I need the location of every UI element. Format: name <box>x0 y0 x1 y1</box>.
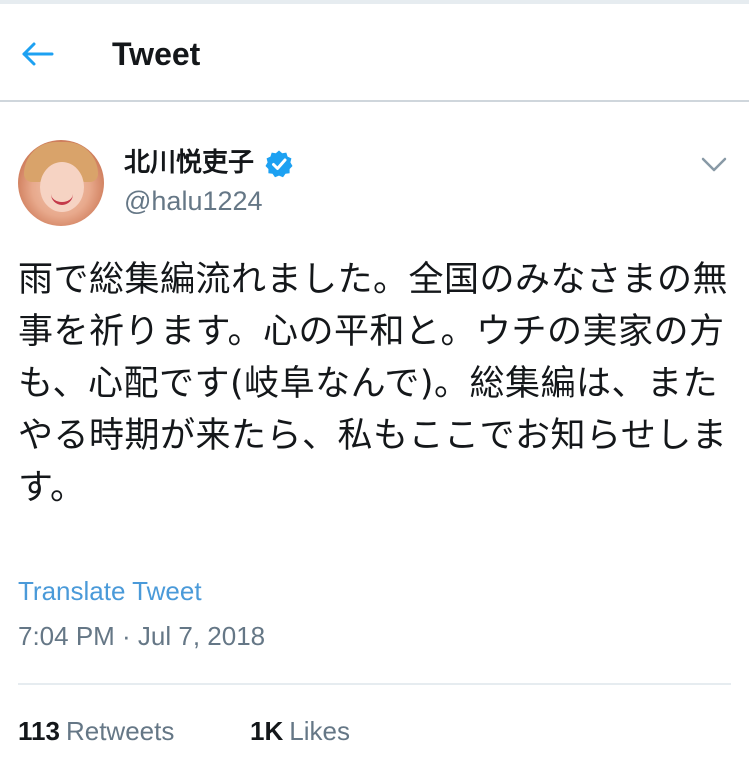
user-display-name[interactable]: 北川悦吏子 <box>124 146 254 180</box>
back-button[interactable] <box>18 34 58 74</box>
retweets-count: 113 <box>18 716 60 746</box>
retweets-stat[interactable]: 113 Retweets <box>18 714 174 748</box>
retweets-label: Retweets <box>65 716 175 746</box>
translate-tweet-link[interactable]: Translate Tweet <box>18 574 202 608</box>
avatar[interactable] <box>18 140 104 226</box>
divider <box>18 683 731 685</box>
tweet-menu-button[interactable] <box>696 150 732 180</box>
tweet-text: 雨で総集編流れました。全国のみなさまの無事を祈ります。心の平和と。ウチの実家の方… <box>18 260 729 508</box>
user-handle[interactable]: @halu1224 <box>124 184 263 218</box>
likes-stat[interactable]: 1K Likes <box>250 714 350 748</box>
verified-badge-icon <box>265 150 293 178</box>
chevron-down-icon <box>701 157 727 172</box>
likes-count: 1K <box>250 716 284 746</box>
page-title: Tweet <box>112 36 201 72</box>
tweet-timestamp: 7:04 PM · Jul 7, 2018 <box>18 621 266 651</box>
arrow-left-icon <box>22 42 54 66</box>
header-bar: Tweet <box>0 4 749 102</box>
likes-label: Likes <box>289 716 350 746</box>
